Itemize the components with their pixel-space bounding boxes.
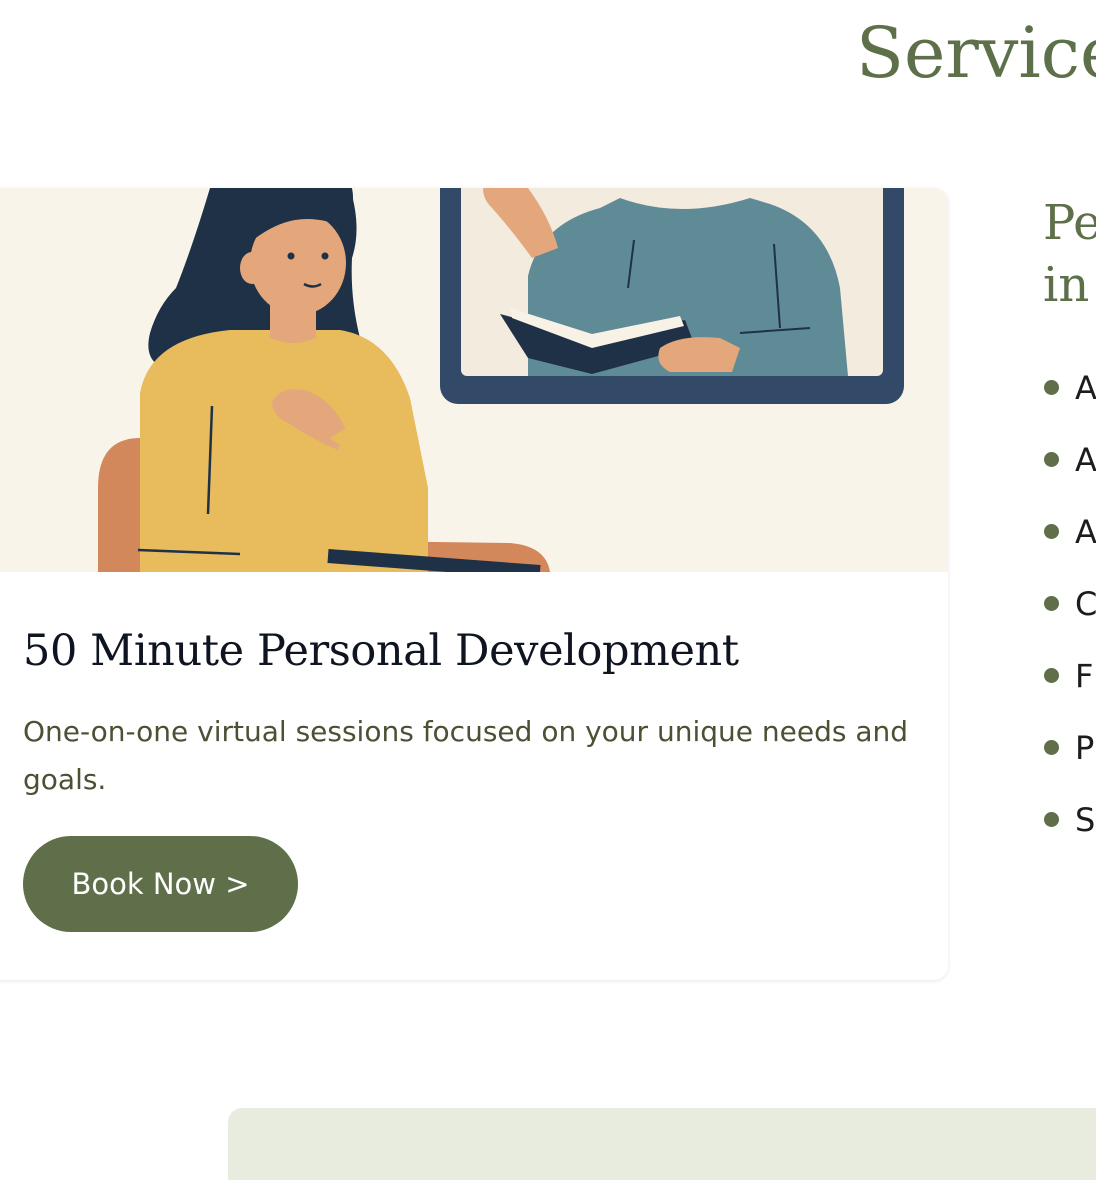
- page: Service 50 Minute Personal Development O…: [0, 0, 1096, 1180]
- list-item: S: [1043, 784, 1096, 856]
- list-item-label: S: [1075, 801, 1096, 839]
- bullet-dot: [1044, 380, 1059, 395]
- book-now-button[interactable]: Book Now >: [23, 836, 298, 932]
- card-title: 50 Minute Personal Development: [23, 626, 739, 676]
- list-item-label: C: [1075, 585, 1096, 623]
- bullet-dot: [1044, 668, 1059, 683]
- bullet-dot: [1044, 524, 1059, 539]
- list-item: A: [1043, 496, 1096, 568]
- side-heading: Pe in: [1043, 192, 1096, 316]
- list-item: C: [1043, 568, 1096, 640]
- list-item: A: [1043, 352, 1096, 424]
- side-heading-line-1: Pe: [1043, 195, 1096, 251]
- card-description: One-on-one virtual sessions focused on y…: [23, 715, 909, 796]
- bottom-panel: [228, 1108, 1096, 1180]
- section-title: Service: [856, 12, 1096, 94]
- bullet-dot: [1044, 812, 1059, 827]
- list-item-label: P: [1075, 729, 1095, 767]
- list-item-label: F: [1075, 657, 1094, 695]
- bullet-dot: [1044, 596, 1059, 611]
- list-item: F: [1043, 640, 1096, 712]
- service-illustration: [0, 188, 948, 572]
- service-card: 50 Minute Personal Development One-on-on…: [0, 188, 948, 980]
- list-item-label: A: [1075, 441, 1096, 479]
- list-item-label: A: [1075, 513, 1096, 551]
- bullet-dot: [1044, 452, 1059, 467]
- side-heading-line-2: in: [1043, 257, 1090, 313]
- side-list: A A A C F P S: [1043, 352, 1096, 856]
- list-item: P: [1043, 712, 1096, 784]
- list-item-label: A: [1075, 369, 1096, 407]
- list-item: A: [1043, 424, 1096, 496]
- bullet-dot: [1044, 740, 1059, 755]
